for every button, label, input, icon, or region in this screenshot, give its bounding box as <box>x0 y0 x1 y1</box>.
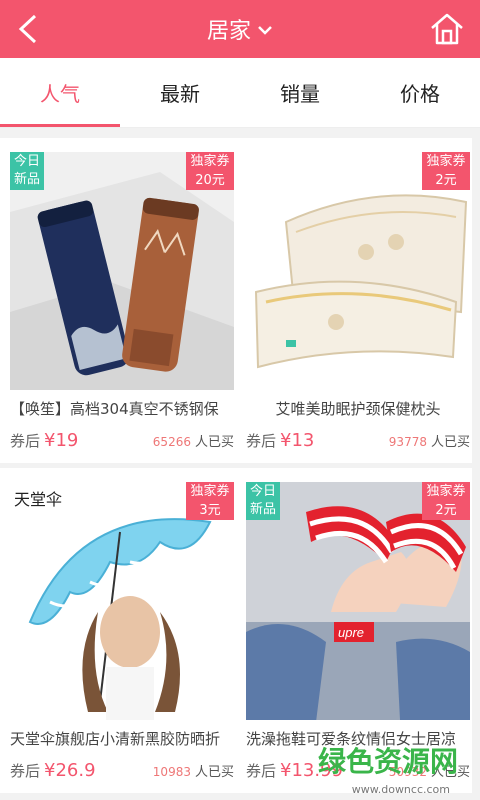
sold-count: 10983 人已买 <box>152 765 234 780</box>
price-row: 券后 ¥26.9 10983 人已买 <box>10 760 234 786</box>
product-name: 【唤笙】高档304真空不锈钢保 <box>10 400 219 418</box>
price-row: 券后 ¥13 93778 人已买 <box>246 430 470 456</box>
slipper-logo: upre <box>338 625 364 640</box>
sold-count: 93778 人已买 <box>388 435 470 450</box>
new-item-badge: 今日 新品 <box>246 482 280 520</box>
tab-newest[interactable]: 最新 <box>120 58 240 127</box>
after-coupon-label: 券后 <box>246 762 277 780</box>
chevron-down-icon <box>258 26 272 35</box>
sort-tabs: 人气 最新 销量 价格 <box>0 58 480 128</box>
after-coupon-label: 券后 <box>246 432 277 450</box>
back-button[interactable] <box>14 10 42 48</box>
exclusive-coupon-badge: 独家券 2元 <box>422 482 470 520</box>
product-card[interactable]: 独家券 2元 艾唯美助眠护颈保健枕头 券后 ¥13 93778 人已买 <box>236 138 472 463</box>
product-grid: 今日 新品 独家券 20元 【唤笙】高档304真空不锈钢保 券后 ¥19 652… <box>0 138 480 800</box>
exclusive-coupon-badge: 独家券 2元 <box>422 152 470 190</box>
home-icon <box>431 13 463 45</box>
brand-logo: 天堂伞 <box>14 490 63 509</box>
home-button[interactable] <box>428 10 466 48</box>
tab-price[interactable]: 价格 <box>360 58 480 127</box>
watermark-url: www.downcc.com <box>351 783 450 796</box>
page-title: 居家 <box>206 19 251 44</box>
category-dropdown[interactable]: 居家 <box>190 10 290 48</box>
product-card[interactable]: 天堂伞 独家券 3元 天堂伞旗舰店小清新黑胶防晒折 券后 ¥26.9 10983… <box>0 468 236 793</box>
exclusive-coupon-badge: 独家券 3元 <box>186 482 234 520</box>
after-coupon-label: 券后 <box>10 762 41 780</box>
price-row: 券后 ¥19 65266 人已买 <box>10 430 234 456</box>
sold-count: 65266 人已买 <box>152 435 234 450</box>
product-name: 天堂伞旗舰店小清新黑胶防晒折 <box>10 730 221 748</box>
product-price: ¥26.9 <box>44 760 96 781</box>
tab-popular[interactable]: 人气 <box>0 58 120 127</box>
chevron-left-icon <box>18 14 37 44</box>
tab-sales[interactable]: 销量 <box>240 58 360 127</box>
product-card[interactable]: 今日 新品 独家券 20元 【唤笙】高档304真空不锈钢保 券后 ¥19 652… <box>0 138 236 463</box>
after-coupon-label: 券后 <box>10 432 41 450</box>
new-item-badge: 今日 新品 <box>10 152 44 190</box>
product-price: ¥19 <box>44 430 79 451</box>
product-name: 艾唯美助眠护颈保健枕头 <box>275 400 441 418</box>
watermark-logo: 绿色资源网 <box>317 745 458 778</box>
product-price: ¥13 <box>280 430 315 451</box>
exclusive-coupon-badge: 独家券 20元 <box>186 152 234 190</box>
top-bar: 居家 <box>0 0 480 58</box>
